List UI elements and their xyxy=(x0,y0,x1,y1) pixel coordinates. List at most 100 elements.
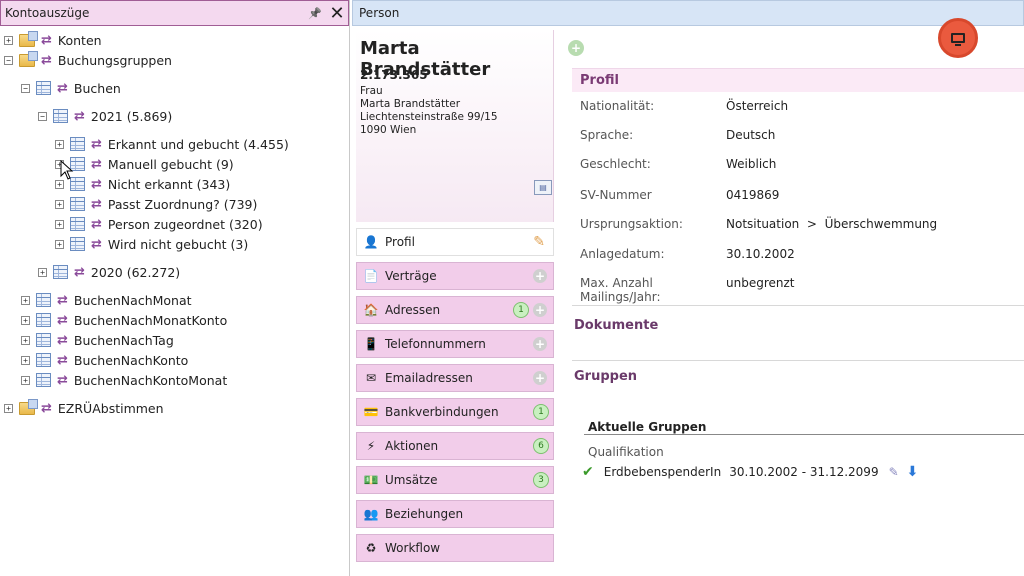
transfer-icon: ⇄ xyxy=(91,196,102,212)
tree-item[interactable]: + ⇄ Erkannt und gebucht (4.455) xyxy=(55,134,289,154)
tree-item[interactable]: + ⇄ BuchenNachKontoMonat xyxy=(21,370,227,390)
expand-icon[interactable]: + xyxy=(38,267,47,277)
add-icon[interactable]: + xyxy=(533,303,547,317)
add-icon[interactable]: + xyxy=(533,269,547,283)
expand-icon[interactable]: + xyxy=(21,315,30,325)
dokumente-title[interactable]: Dokumente xyxy=(574,318,658,333)
expand-icon[interactable]: + xyxy=(55,139,64,149)
monitor-icon xyxy=(951,33,965,46)
nav-item-label: Beziehungen xyxy=(385,507,464,521)
person-icon: 👤 xyxy=(363,235,379,249)
tree-item-label: BuchenNachKontoMonat xyxy=(73,372,228,388)
tree-item[interactable]: + ⇄ Person zugeordnet (320) xyxy=(55,214,263,234)
nav-item-workflow[interactable]: ♻ Workflow xyxy=(356,534,554,562)
tree-item-label: Nicht erkannt (343) xyxy=(107,176,231,192)
transfer-icon: ⇄ xyxy=(74,108,85,124)
tree-item-label: BuchenNachMonatKonto xyxy=(73,312,228,328)
expand-icon[interactable]: + xyxy=(21,295,30,305)
expand-icon[interactable]: + xyxy=(4,35,13,45)
nav-item-bankverbindungen[interactable]: 💳 Bankverbindungen 1 xyxy=(356,398,554,426)
close-icon[interactable]: ✕ xyxy=(326,2,348,24)
expand-icon[interactable]: + xyxy=(55,199,64,209)
gruppen-title[interactable]: Gruppen xyxy=(574,369,637,384)
tree-item[interactable]: + ⇄ BuchenNachMonat xyxy=(21,290,192,310)
expand-icon[interactable]: + xyxy=(4,403,13,413)
table-icon xyxy=(53,109,68,123)
tree-item-label: BuchenNachMonat xyxy=(73,292,192,308)
panel-title: Kontoauszüge xyxy=(5,6,90,20)
profil-label: SV-Nummer xyxy=(580,188,652,202)
transfer-icon: ⇄ xyxy=(41,400,52,416)
add-person-button[interactable]: + xyxy=(568,40,584,56)
table-icon xyxy=(36,353,51,367)
nav-item-label: Verträge xyxy=(385,269,437,283)
profil-row: SV-Nummer 0419869 xyxy=(580,188,779,202)
address-salutation: Frau xyxy=(360,85,383,97)
table-icon xyxy=(70,197,85,211)
people-icon: 👥 xyxy=(363,507,379,521)
screen-recording-button[interactable] xyxy=(938,18,978,58)
nav-item-telefonnummern[interactable]: 📱 Telefonnummern + xyxy=(356,330,554,358)
person-view: Person Marta Brandstätter 2.173.365 Frau… xyxy=(352,0,1024,576)
tree-item[interactable]: + ⇄ BuchenNachTag xyxy=(21,330,174,350)
collapse-icon[interactable]: − xyxy=(4,55,13,65)
nav-item-label: Umsätze xyxy=(385,473,438,487)
tree-item[interactable]: + ⇄ Nicht erkannt (343) xyxy=(55,174,230,194)
tree-item[interactable]: − ⇄ Buchen xyxy=(21,78,121,98)
table-icon xyxy=(70,237,85,251)
expand-icon[interactable]: + xyxy=(21,335,30,345)
add-icon[interactable]: + xyxy=(533,371,547,385)
nav-item-verträge[interactable]: 📄 Verträge + xyxy=(356,262,554,290)
divider xyxy=(572,305,1024,306)
tree-item[interactable]: + ⇄ EZRÜAbstimmen xyxy=(4,398,164,418)
table-icon xyxy=(36,373,51,387)
expand-icon[interactable]: + xyxy=(55,179,64,189)
profil-label: Nationalität: xyxy=(580,99,655,113)
expand-icon[interactable]: + xyxy=(21,355,30,365)
nav-item-adressen[interactable]: 🏠 Adressen 1 + xyxy=(356,296,554,324)
collapse-icon[interactable]: − xyxy=(38,111,47,121)
arrow-down-icon[interactable]: ⬇ xyxy=(907,464,919,480)
address-city: 1090 Wien xyxy=(360,124,417,136)
checkmark-icon: ✔ xyxy=(582,464,594,480)
business-card-icon[interactable]: ▤ xyxy=(534,180,552,195)
expand-icon[interactable]: + xyxy=(55,239,64,249)
tree-item[interactable]: − ⇄ Buchungsgruppen xyxy=(4,50,172,70)
profil-value: Österreich xyxy=(726,99,789,113)
pin-icon[interactable]: 📌 xyxy=(304,2,326,24)
nav-item-emailadressen[interactable]: ✉ Emailadressen + xyxy=(356,364,554,392)
table-icon xyxy=(36,81,51,95)
nav-item-profil[interactable]: 👤 Profil ✎ xyxy=(356,228,554,256)
tree-item[interactable]: + ⇄ Wird nicht gebucht (3) xyxy=(55,234,248,254)
transfer-icon: ⇄ xyxy=(91,156,102,172)
collapse-icon[interactable]: − xyxy=(21,83,30,93)
pencil-icon[interactable]: ✎ xyxy=(889,465,899,479)
nav-item-beziehungen[interactable]: 👥 Beziehungen xyxy=(356,500,554,528)
tree-item-label: Person zugeordnet (320) xyxy=(107,216,263,232)
nav-item-umsätze[interactable]: 💵 Umsätze 3 xyxy=(356,466,554,494)
table-icon xyxy=(70,137,85,151)
profil-label: Sprache: xyxy=(580,128,634,142)
expand-icon[interactable]: + xyxy=(21,375,30,385)
tree-item[interactable]: + ⇄ Passt Zuordnung? (739) xyxy=(55,194,257,214)
tree-item-label: Erkannt und gebucht (4.455) xyxy=(107,136,289,152)
nav-item-label: Aktionen xyxy=(385,439,439,453)
contract-icon: 📄 xyxy=(363,269,379,283)
transfer-icon: ⇄ xyxy=(91,236,102,252)
tree-item-label: Buchen xyxy=(73,80,121,96)
tree-item[interactable]: − ⇄ 2021 (5.869) xyxy=(38,106,172,126)
tree-item[interactable]: + ⇄ BuchenNachMonatKonto xyxy=(21,310,227,330)
add-icon[interactable]: + xyxy=(533,337,547,351)
tree-item[interactable]: + ⇄ Konten xyxy=(4,30,102,50)
phone-icon: 📱 xyxy=(363,337,379,351)
expand-icon[interactable]: + xyxy=(55,219,64,229)
nav-item-aktionen[interactable]: ⚡ Aktionen 6 xyxy=(356,432,554,460)
person-header: Person xyxy=(352,0,1024,26)
tree-item[interactable]: + ⇄ 2020 (62.272) xyxy=(38,262,180,282)
person-number: 2.173.365 xyxy=(360,68,428,82)
tree-item[interactable]: + ⇄ Manuell gebucht (9) xyxy=(55,154,234,174)
edit-icon[interactable]: ✎ xyxy=(533,234,545,250)
group-name: ErdbebenspenderIn xyxy=(603,465,722,479)
tree-item[interactable]: + ⇄ BuchenNachKonto xyxy=(21,350,188,370)
money-icon: 💵 xyxy=(363,473,379,487)
